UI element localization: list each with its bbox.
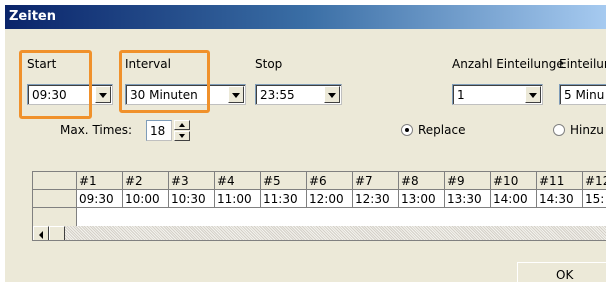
grid-time-cell[interactable]: 11:00 xyxy=(215,190,261,208)
anzahl-combo[interactable]: 1 xyxy=(452,84,543,105)
spin-up-button[interactable] xyxy=(174,120,190,130)
chevron-down-icon xyxy=(179,134,185,138)
times-grid[interactable]: #1 09:30 #2 10:00 #3 10:30 #4 11:00 #5 11:30 #6 12:… xyxy=(32,171,606,241)
grid-header-cell[interactable]: #1 xyxy=(77,172,123,190)
grid-row-header xyxy=(33,190,77,208)
grid-header-cell[interactable]: #5 xyxy=(261,172,307,190)
grid-header-cell[interactable]: #11 xyxy=(537,172,583,190)
grid-time-cell[interactable]: 14:30 xyxy=(537,190,583,208)
grid-time-cell[interactable]: 14:00 xyxy=(491,190,537,208)
grid-time-cell[interactable]: 12:30 xyxy=(353,190,399,208)
title-bar[interactable]: Zeiten xyxy=(5,5,606,29)
hinzu-label[interactable]: Hinzu xyxy=(570,123,604,137)
spin-down-button[interactable] xyxy=(174,131,190,141)
chevron-up-icon xyxy=(179,123,185,127)
interval-dropdown-button[interactable] xyxy=(228,86,244,103)
grid-time-cell[interactable]: 15: xyxy=(583,190,606,208)
grid-time-cell[interactable]: 12:00 xyxy=(307,190,353,208)
max-times-label: Max. Times: xyxy=(60,123,133,137)
grid-time-cell[interactable]: 10:30 xyxy=(169,190,215,208)
chevron-down-icon xyxy=(328,93,336,98)
grid-header-cell[interactable]: #12 xyxy=(583,172,606,190)
horizontal-scrollbar[interactable] xyxy=(33,226,606,240)
window-title: Zeiten xyxy=(9,9,56,24)
einteilung-combo[interactable]: 5 Minu xyxy=(559,84,606,105)
interval-highlight xyxy=(119,50,210,113)
replace-radio[interactable] xyxy=(401,124,413,136)
ok-label: OK xyxy=(556,268,574,282)
chevron-down-icon xyxy=(232,93,240,98)
anzahl-dropdown-button[interactable] xyxy=(525,86,541,103)
grid-time-cell[interactable]: 13:30 xyxy=(445,190,491,208)
anzahl-label: Anzahl Einteilunge xyxy=(452,57,564,71)
grid-time-cell[interactable]: 11:30 xyxy=(261,190,307,208)
grid-corner-cell xyxy=(33,172,77,190)
grid-header-cell[interactable]: #2 xyxy=(123,172,169,190)
chevron-down-icon xyxy=(529,93,537,98)
grid-header-cell[interactable]: #9 xyxy=(445,172,491,190)
grid-time-cell[interactable]: 09:30 xyxy=(77,190,123,208)
grid-time-cell[interactable]: 10:00 xyxy=(123,190,169,208)
stop-combo[interactable]: 23:55 xyxy=(255,84,342,105)
dialog-window: Zeiten Start 09:30 Interval 30 Minuten S… xyxy=(5,5,606,282)
replace-label[interactable]: Replace xyxy=(418,123,465,137)
grid-header-cell[interactable]: #10 xyxy=(491,172,537,190)
stop-dropdown-button[interactable] xyxy=(324,86,340,103)
grid-header-cell[interactable]: #8 xyxy=(399,172,445,190)
chevron-down-icon xyxy=(99,93,107,98)
max-times-input[interactable]: 18 xyxy=(146,120,172,141)
stop-value: 23:55 xyxy=(260,88,295,102)
start-highlight xyxy=(19,50,92,119)
anzahl-value: 1 xyxy=(457,88,465,102)
grid-time-cell[interactable]: 13:00 xyxy=(399,190,445,208)
chevron-left-icon xyxy=(39,231,43,239)
max-times-value: 18 xyxy=(150,124,166,138)
ok-button[interactable]: OK xyxy=(517,262,606,282)
grid-row-header xyxy=(33,208,77,226)
einteilung-value: 5 Minu xyxy=(564,88,605,102)
grid-header-cell[interactable]: #3 xyxy=(169,172,215,190)
einteilung-label: Einteilun xyxy=(559,57,606,71)
grid-header-cell[interactable]: #4 xyxy=(215,172,261,190)
scroll-thumb[interactable] xyxy=(49,226,65,240)
grid-header-cell[interactable]: #6 xyxy=(307,172,353,190)
scroll-left-button[interactable] xyxy=(33,226,49,240)
grid-header-cell[interactable]: #7 xyxy=(353,172,399,190)
start-dropdown-button[interactable] xyxy=(95,86,111,103)
stop-label: Stop xyxy=(255,57,283,71)
radio-selected-dot xyxy=(405,128,409,132)
hinzu-radio[interactable] xyxy=(553,124,565,136)
